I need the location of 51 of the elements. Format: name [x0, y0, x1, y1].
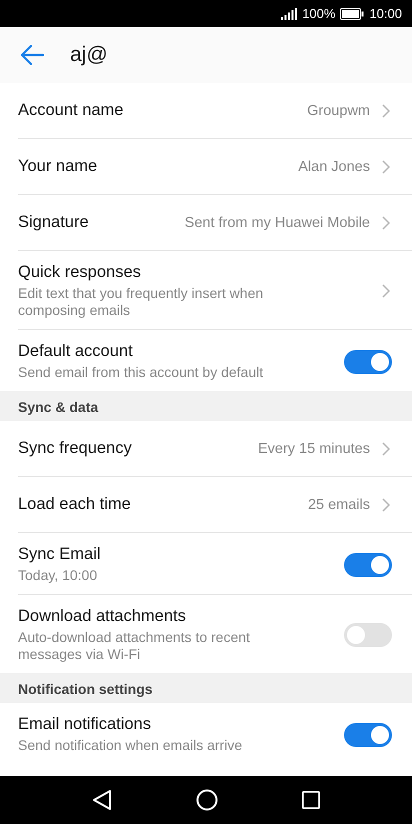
row-title: Account name [18, 101, 124, 120]
row-subtitle: Edit text that you frequently insert when composing emails [18, 285, 264, 319]
back-icon[interactable] [92, 789, 112, 811]
row-title: Signature [18, 213, 90, 232]
settings-row[interactable]: Quick responses Edit text that you frequently insert when composing emails [18, 251, 412, 330]
settings-row[interactable]: Account name Groupwm [18, 83, 412, 139]
row-subtitle: Send email from this account by default [18, 364, 264, 381]
settings-row[interactable]: Sync frequency Every 15 minutes [18, 421, 412, 477]
row-title: Quick responses [18, 263, 142, 282]
row-title: Download attachments [18, 607, 187, 626]
recents-icon[interactable] [302, 791, 320, 809]
row-title: Default account [18, 342, 134, 361]
toggle-switch[interactable] [344, 552, 392, 576]
settings-row[interactable]: Email notifications Send notification when emails arrive [18, 703, 412, 764]
chevron-icon [382, 104, 390, 118]
row-title: Your name [18, 157, 98, 176]
section-heading: Sync & data [0, 391, 412, 421]
settings-row[interactable]: Sync Email Today, 10:00 [18, 533, 412, 595]
signal-icon [281, 8, 298, 20]
settings-row[interactable]: Download attachments Auto-download attachments to recent messages via Wi-Fi [18, 595, 412, 673]
back-arrow-icon[interactable] [20, 45, 44, 65]
clock: 10:00 [369, 6, 402, 21]
chevron-icon [382, 160, 390, 174]
row-title: Sync Email [18, 545, 102, 564]
page-title: aj@ [70, 43, 108, 67]
chevron-icon [382, 498, 390, 512]
settings-row[interactable]: Signature Sent from my Huawei Mobile [18, 195, 412, 251]
home-icon[interactable] [196, 789, 218, 811]
row-subtitle: Today, 10:00 [18, 567, 98, 584]
row-title: Load each time [18, 495, 132, 514]
row-value: 25 emails [308, 496, 370, 512]
row-value: Alan Jones [298, 158, 370, 174]
row-value: Sent from my Huawei Mobile [184, 214, 370, 230]
toggle-switch[interactable] [344, 350, 392, 374]
toggle-switch[interactable] [344, 722, 392, 746]
row-value: Groupwm [307, 102, 370, 118]
toggle-switch[interactable] [344, 623, 392, 647]
section-heading: Notification settings [0, 673, 412, 703]
chevron-icon [382, 216, 390, 230]
row-subtitle: Auto-download attachments to recent messages via Wi-Fi [18, 629, 251, 663]
chevron-icon [382, 442, 390, 456]
row-title: Sync frequency [18, 439, 133, 458]
settings-row[interactable]: Your name Alan Jones [18, 139, 412, 195]
battery-percent: 100% [302, 6, 336, 21]
settings-row[interactable]: Load each time 25 emails [18, 477, 412, 533]
row-value: Every 15 minutes [258, 440, 370, 456]
chevron-icon [382, 284, 390, 298]
battery-icon [340, 8, 364, 20]
row-subtitle: Send notification when emails arrive [18, 737, 244, 754]
row-title: Email notifications [18, 715, 152, 734]
settings-row[interactable]: Default account Send email from this account by default [18, 330, 412, 391]
